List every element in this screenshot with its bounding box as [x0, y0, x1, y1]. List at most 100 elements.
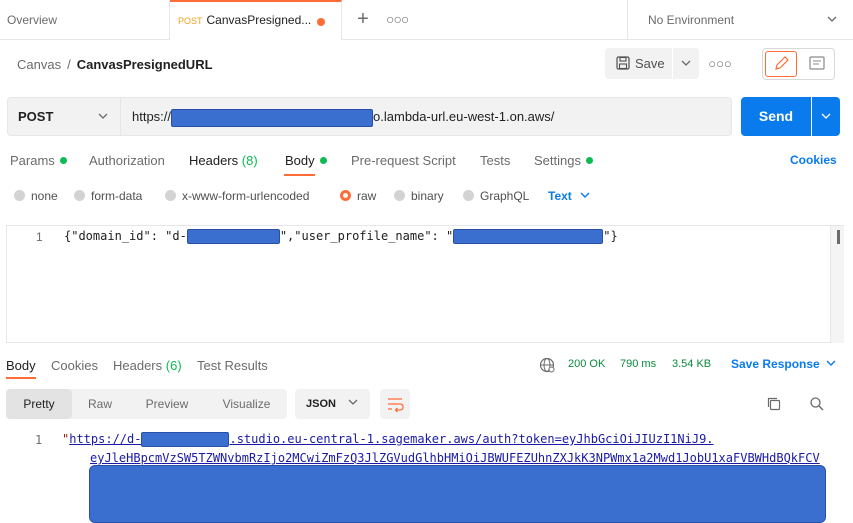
- url-prefix: https://: [132, 109, 172, 124]
- response-time[interactable]: 790 ms: [620, 358, 656, 370]
- save-icon: [616, 56, 630, 70]
- breadcrumb-parent[interactable]: Canvas: [17, 57, 61, 72]
- view-pretty-button[interactable]: Pretty: [6, 389, 72, 419]
- view-preview-button[interactable]: Preview: [128, 389, 206, 419]
- tab-overview[interactable]: Overview: [0, 0, 170, 40]
- redaction-block: [171, 108, 374, 127]
- unsaved-dot-icon: [317, 18, 325, 26]
- tab-options-button[interactable]: ○○○: [386, 8, 409, 30]
- send-options-button[interactable]: [812, 97, 840, 136]
- response-size[interactable]: 3.54 KB: [672, 358, 711, 370]
- view-mode-toggle: [762, 48, 835, 80]
- view-visualize-button[interactable]: Visualize: [206, 389, 287, 419]
- radio-none[interactable]: none: [14, 189, 58, 203]
- radio-binary[interactable]: binary: [394, 189, 444, 203]
- redaction-block: [141, 432, 230, 447]
- code-line[interactable]: {"domain_id": "d- ","user_profile_name": …: [64, 229, 835, 247]
- redaction-block: [453, 229, 604, 244]
- scroll-thumb[interactable]: [837, 230, 840, 244]
- chevron-down-icon: [827, 0, 837, 40]
- chevron-down-icon: [681, 60, 691, 66]
- response-tab-test-results[interactable]: Test Results: [197, 358, 268, 373]
- response-tabs: Body Cookies Headers (6) Test Results: [0, 350, 853, 380]
- response-tab-cookies[interactable]: Cookies: [51, 358, 98, 373]
- modified-dot-icon: [319, 157, 327, 164]
- breadcrumb-current[interactable]: CanvasPresignedURL: [77, 57, 213, 72]
- tab-settings[interactable]: Settings: [534, 153, 593, 168]
- link-text: https://d-: [69, 432, 142, 446]
- response-code-line-wrapped[interactable]: eyJleHBpcmVzSW5TZWNvbmRzIjo2MCwiZmFzQ3Jl…: [90, 451, 820, 465]
- response-code-line[interactable]: "https://d- .studio.eu-central-1.sagemake…: [62, 432, 714, 447]
- radio-label: none: [31, 189, 58, 203]
- tab-authorization[interactable]: Authorization: [89, 153, 165, 168]
- presigned-url-link[interactable]: https://d- .studio.eu-central-1.sagemaker…: [69, 432, 714, 447]
- radio-raw[interactable]: raw: [340, 189, 376, 203]
- radio-circle-icon: [14, 190, 25, 201]
- response-line-number: 1: [35, 433, 43, 447]
- save-options-button[interactable]: [673, 48, 699, 79]
- radio-selected-icon: [340, 190, 351, 201]
- tab-headers[interactable]: Headers (8): [189, 153, 258, 168]
- request-tabs: Params Authorization Headers (8) Body Pr…: [0, 148, 853, 176]
- radio-circle-icon: [394, 190, 405, 201]
- radio-circle-icon: [74, 190, 85, 201]
- radio-form-data[interactable]: form-data: [74, 189, 142, 203]
- url-input[interactable]: https:// o.lambda-url.eu-west-1.on.aws/: [121, 97, 732, 136]
- search-icon[interactable]: [809, 396, 825, 415]
- tab-label: Headers: [113, 358, 163, 373]
- pencil-icon: [775, 56, 789, 70]
- response-tab-headers[interactable]: Headers (6): [113, 358, 182, 373]
- body-format-select[interactable]: Text: [548, 189, 590, 203]
- cookies-link[interactable]: Cookies: [790, 153, 837, 167]
- response-format-select[interactable]: JSON: [295, 389, 370, 419]
- save-button[interactable]: Save: [605, 48, 672, 79]
- radio-label: form-data: [91, 189, 143, 203]
- chevron-down-icon: [98, 98, 108, 135]
- response-format-label: JSON: [306, 398, 336, 410]
- send-button-label: Send: [758, 108, 794, 124]
- editor-scrollbar[interactable]: [830, 226, 844, 343]
- breadcrumb-row: Canvas / CanvasPresignedURL Save ○○○: [0, 40, 853, 90]
- active-response-tab-indicator: [6, 377, 36, 379]
- http-method-label: POST: [18, 109, 54, 124]
- response-status[interactable]: 200 OK: [568, 358, 605, 370]
- save-response-label: Save Response: [731, 357, 820, 371]
- request-options-button[interactable]: ○○○: [708, 54, 732, 74]
- documentation-mode-button[interactable]: [801, 51, 833, 77]
- tab-count: (6): [165, 358, 182, 373]
- tab-pre-request-script[interactable]: Pre-request Script: [351, 153, 456, 168]
- request-body-editor[interactable]: 1 {"domain_id": "d- ","user_profile_name"…: [6, 225, 844, 343]
- radio-graphql[interactable]: GraphQL: [463, 189, 529, 203]
- breadcrumb: Canvas / CanvasPresignedURL: [17, 57, 213, 72]
- tab-label: Cookies: [51, 358, 98, 373]
- radio-x-www-form-urlencoded[interactable]: x-www-form-urlencoded: [165, 189, 309, 203]
- chevron-down-icon: [826, 357, 836, 371]
- tab-params[interactable]: Params: [10, 153, 67, 168]
- environment-select[interactable]: No Environment: [627, 0, 853, 40]
- send-button[interactable]: Send: [741, 97, 811, 136]
- modified-dot-icon: [59, 157, 67, 164]
- edit-mode-button[interactable]: [765, 51, 797, 77]
- save-response-button[interactable]: Save Response: [731, 357, 836, 371]
- tab-label: Body: [285, 153, 315, 168]
- more-horizontal-icon: ○○○: [708, 56, 732, 71]
- url-suffix: o.lambda-url.eu-west-1.on.aws/: [373, 109, 555, 124]
- link-text: .studio.eu-central-1.sagemaker.aws/auth?…: [229, 432, 714, 446]
- copy-icon[interactable]: [766, 396, 782, 415]
- wrap-lines-icon: [388, 398, 404, 413]
- response-tab-body[interactable]: Body: [6, 358, 36, 373]
- chevron-down-icon: [348, 389, 358, 419]
- radio-label: x-www-form-urlencoded: [182, 189, 310, 203]
- chevron-down-icon: [821, 113, 831, 119]
- tab-canvas-presigned-url[interactable]: POST CanvasPresigned...: [170, 0, 342, 40]
- globe-icon[interactable]: [539, 357, 555, 376]
- radio-label: GraphQL: [480, 189, 530, 203]
- wrap-lines-button[interactable]: [380, 389, 410, 419]
- modified-dot-icon: [585, 157, 593, 164]
- http-method-select[interactable]: POST: [7, 97, 121, 136]
- view-raw-button[interactable]: Raw: [72, 389, 128, 419]
- tab-body[interactable]: Body: [285, 153, 327, 168]
- tab-tests[interactable]: Tests: [480, 153, 510, 168]
- environment-label: No Environment: [648, 13, 735, 27]
- new-tab-button[interactable]: +: [352, 8, 374, 30]
